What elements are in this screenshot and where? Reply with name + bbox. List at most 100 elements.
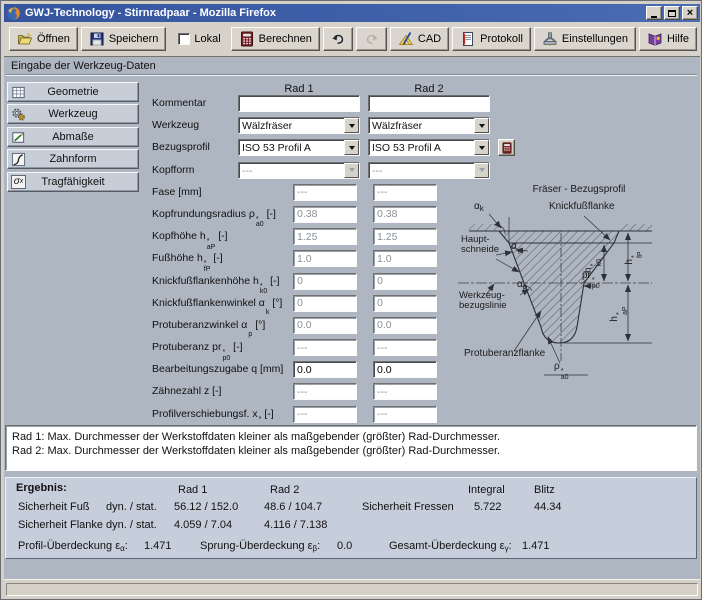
help-button[interactable]: Hilfe — [639, 27, 697, 51]
kopfform-select-rad2: --- — [368, 162, 490, 179]
alpha-p-label: αp — [517, 280, 527, 292]
sicherheit-fuss-rad1-value: 56.12 / 152.0 — [174, 501, 238, 513]
maximize-button[interactable] — [664, 6, 680, 20]
save-button[interactable]: Speichern — [81, 27, 167, 51]
kommentar-rad1-input[interactable] — [238, 95, 360, 112]
message-line: Rad 1: Max. Durchmesser der Werkstoffdat… — [12, 430, 690, 444]
chevron-down-icon[interactable] — [474, 140, 489, 155]
redo-icon — [364, 31, 380, 47]
bezugsprofil-select-rad2[interactable]: ISO 53 Profil A — [368, 139, 490, 156]
fressen-integral-value: 5.722 — [474, 501, 502, 513]
field-label: Werkzeug — [152, 115, 199, 135]
form-row-profilverschiebung: Profilverschiebungsf. x* [-] — [149, 404, 549, 426]
field-label: Bearbeitungszugabe q [mm] — [152, 359, 283, 379]
redo-button[interactable] — [356, 27, 387, 51]
hauptschneide-label: Haupt-schneide — [461, 235, 499, 255]
profil-ueberdeckung-value: 1.471 — [144, 540, 172, 552]
knickfussflankenhoehe-rad2-input — [373, 273, 437, 290]
field-label: Zähnezahl z [-] — [152, 381, 221, 401]
field-label: Bezugsprofil — [152, 137, 210, 157]
bezugsprofil-select-rad1[interactable]: ISO 53 Profil A — [238, 139, 360, 156]
field-label: Profilverschiebungsf. x* [-] — [152, 404, 274, 424]
close-button[interactable]: × — [682, 6, 698, 20]
page-title: Eingabe der Werkzeug-Daten — [11, 60, 156, 72]
profil-ueberdeckung-label: Profil-Überdeckung εα: — [18, 540, 128, 553]
chevron-down-icon — [474, 163, 489, 178]
status-field — [6, 583, 698, 596]
mode-label: dyn. / stat. — [106, 501, 157, 513]
firefox-icon — [6, 6, 21, 21]
results-col-blitz: Blitz — [534, 484, 555, 496]
bearbeitungszugabe-rad2-input[interactable] — [373, 361, 437, 378]
calculator-icon — [501, 142, 513, 154]
sprung-ueberdeckung-value: 0.0 — [337, 540, 352, 552]
diagram-title: Fräser - Bezugsprofil — [456, 185, 702, 195]
knickfussflankenhoehe-rad1-input — [293, 273, 357, 290]
sidebar-item-zahnform[interactable]: Zahnform — [7, 149, 139, 169]
chevron-down-icon[interactable] — [344, 140, 359, 155]
form-row-kommentar: Kommentar — [149, 93, 549, 115]
h-k0-dimension-label: h*k0 — [584, 251, 602, 281]
sicherheit-flanke-rad2-value: 4.116 / 7.138 — [264, 519, 327, 531]
message-box: Rad 1: Max. Durchmesser der Werkstoffdat… — [5, 425, 697, 471]
sidebar-item-werkzeug[interactable]: Werkzeug — [7, 104, 139, 124]
protuberanz-rad2-input — [373, 339, 437, 356]
knickfussflanke-label: Knickfußflanke — [549, 202, 615, 212]
field-label: Knickfußflankenhöhe h*k0 [-] — [152, 271, 279, 295]
main-content: Eingabe der Werkzeug-Daten Geometrie Wer… — [4, 57, 700, 579]
mode-label: dyn. / stat. — [106, 519, 157, 531]
results-col-integral: Integral — [468, 484, 505, 496]
divider — [6, 74, 697, 76]
kommentar-rad2-input[interactable] — [368, 95, 490, 112]
bezugsprofil-calculator-button[interactable] — [498, 139, 515, 156]
sidebar-item-abmasse[interactable]: Abmaße — [7, 127, 139, 147]
lokal-option: Lokal — [178, 33, 220, 45]
cad-icon — [398, 31, 414, 47]
fase-rad2-input — [373, 184, 437, 201]
cad-button[interactable]: CAD — [390, 27, 449, 51]
open-button[interactable]: Öffnen — [9, 27, 78, 51]
werkzeug-select-rad2[interactable]: Wälzfräser — [368, 117, 490, 134]
knickfussflankenwinkel-rad2-input — [373, 295, 437, 312]
protuberanzwinkel-rad2-input — [373, 317, 437, 334]
status-bar — [4, 579, 700, 598]
settings-button[interactable]: Einstellungen — [534, 27, 636, 51]
chevron-down-icon — [344, 163, 359, 178]
calculate-button[interactable]: Berechnen — [231, 27, 320, 51]
sidebar-item-geometrie[interactable]: Geometrie — [7, 82, 139, 102]
protuberanzwinkel-rad1-input — [293, 317, 357, 334]
kopfhoehe-rad1-input — [293, 228, 357, 245]
lokal-checkbox[interactable] — [178, 33, 190, 45]
sicherheit-fuss-label: Sicherheit Fuß — [18, 501, 90, 513]
zaehnezahl-rad1-input — [293, 383, 357, 400]
chevron-down-icon[interactable] — [474, 118, 489, 133]
field-label: Protuberanz pr*p0 [-] — [152, 337, 243, 361]
sidebar-item-tragfaehigkeit[interactable]: σx Tragfähigkeit — [7, 172, 139, 192]
protuberanzflanke-label: Protuberanzflanke — [464, 349, 545, 359]
sicherheit-flanke-label: Sicherheit Flanke — [18, 519, 103, 531]
chevron-down-icon[interactable] — [344, 118, 359, 133]
save-floppy-icon — [89, 31, 105, 47]
bearbeitungszugabe-rad1-input[interactable] — [293, 361, 357, 378]
alpha-label: α — [511, 242, 517, 252]
fusshoehe-rad1-input — [293, 250, 357, 267]
profilverschiebung-rad1-input — [293, 406, 357, 423]
protocol-button[interactable]: Protokoll — [452, 27, 531, 51]
sprung-ueberdeckung-label: Sprung-Überdeckung εβ: — [200, 540, 320, 553]
field-label: Fußhöhe h*fP [-] — [152, 248, 223, 272]
form-row-kopfform: Kopfform --- --- — [149, 160, 549, 182]
h-aP-dimension-label: h*aP — [610, 299, 628, 329]
minimize-button[interactable] — [646, 6, 662, 20]
fressen-blitz-value: 44.34 — [534, 501, 562, 513]
field-label: Knickfußflankenwinkel αk [°] — [152, 293, 282, 316]
field-label: Kommentar — [152, 93, 206, 113]
window-title: GWJ-Technology - Stirnradpaar - Mozilla … — [25, 7, 646, 19]
undo-button[interactable] — [323, 27, 354, 51]
field-label: Kopfform — [152, 160, 194, 180]
rho-a0-label: ρ*a0 — [554, 362, 569, 380]
sicherheit-fuss-rad2-value: 48.6 / 104.7 — [264, 501, 322, 513]
werkzeug-select-rad1[interactable]: Wälzfräser — [238, 117, 360, 134]
profilverschiebung-rad2-input — [373, 406, 437, 423]
alpha-k-label: αk — [474, 202, 484, 214]
field-label: Kopfhöhe h*aP [-] — [152, 226, 228, 250]
